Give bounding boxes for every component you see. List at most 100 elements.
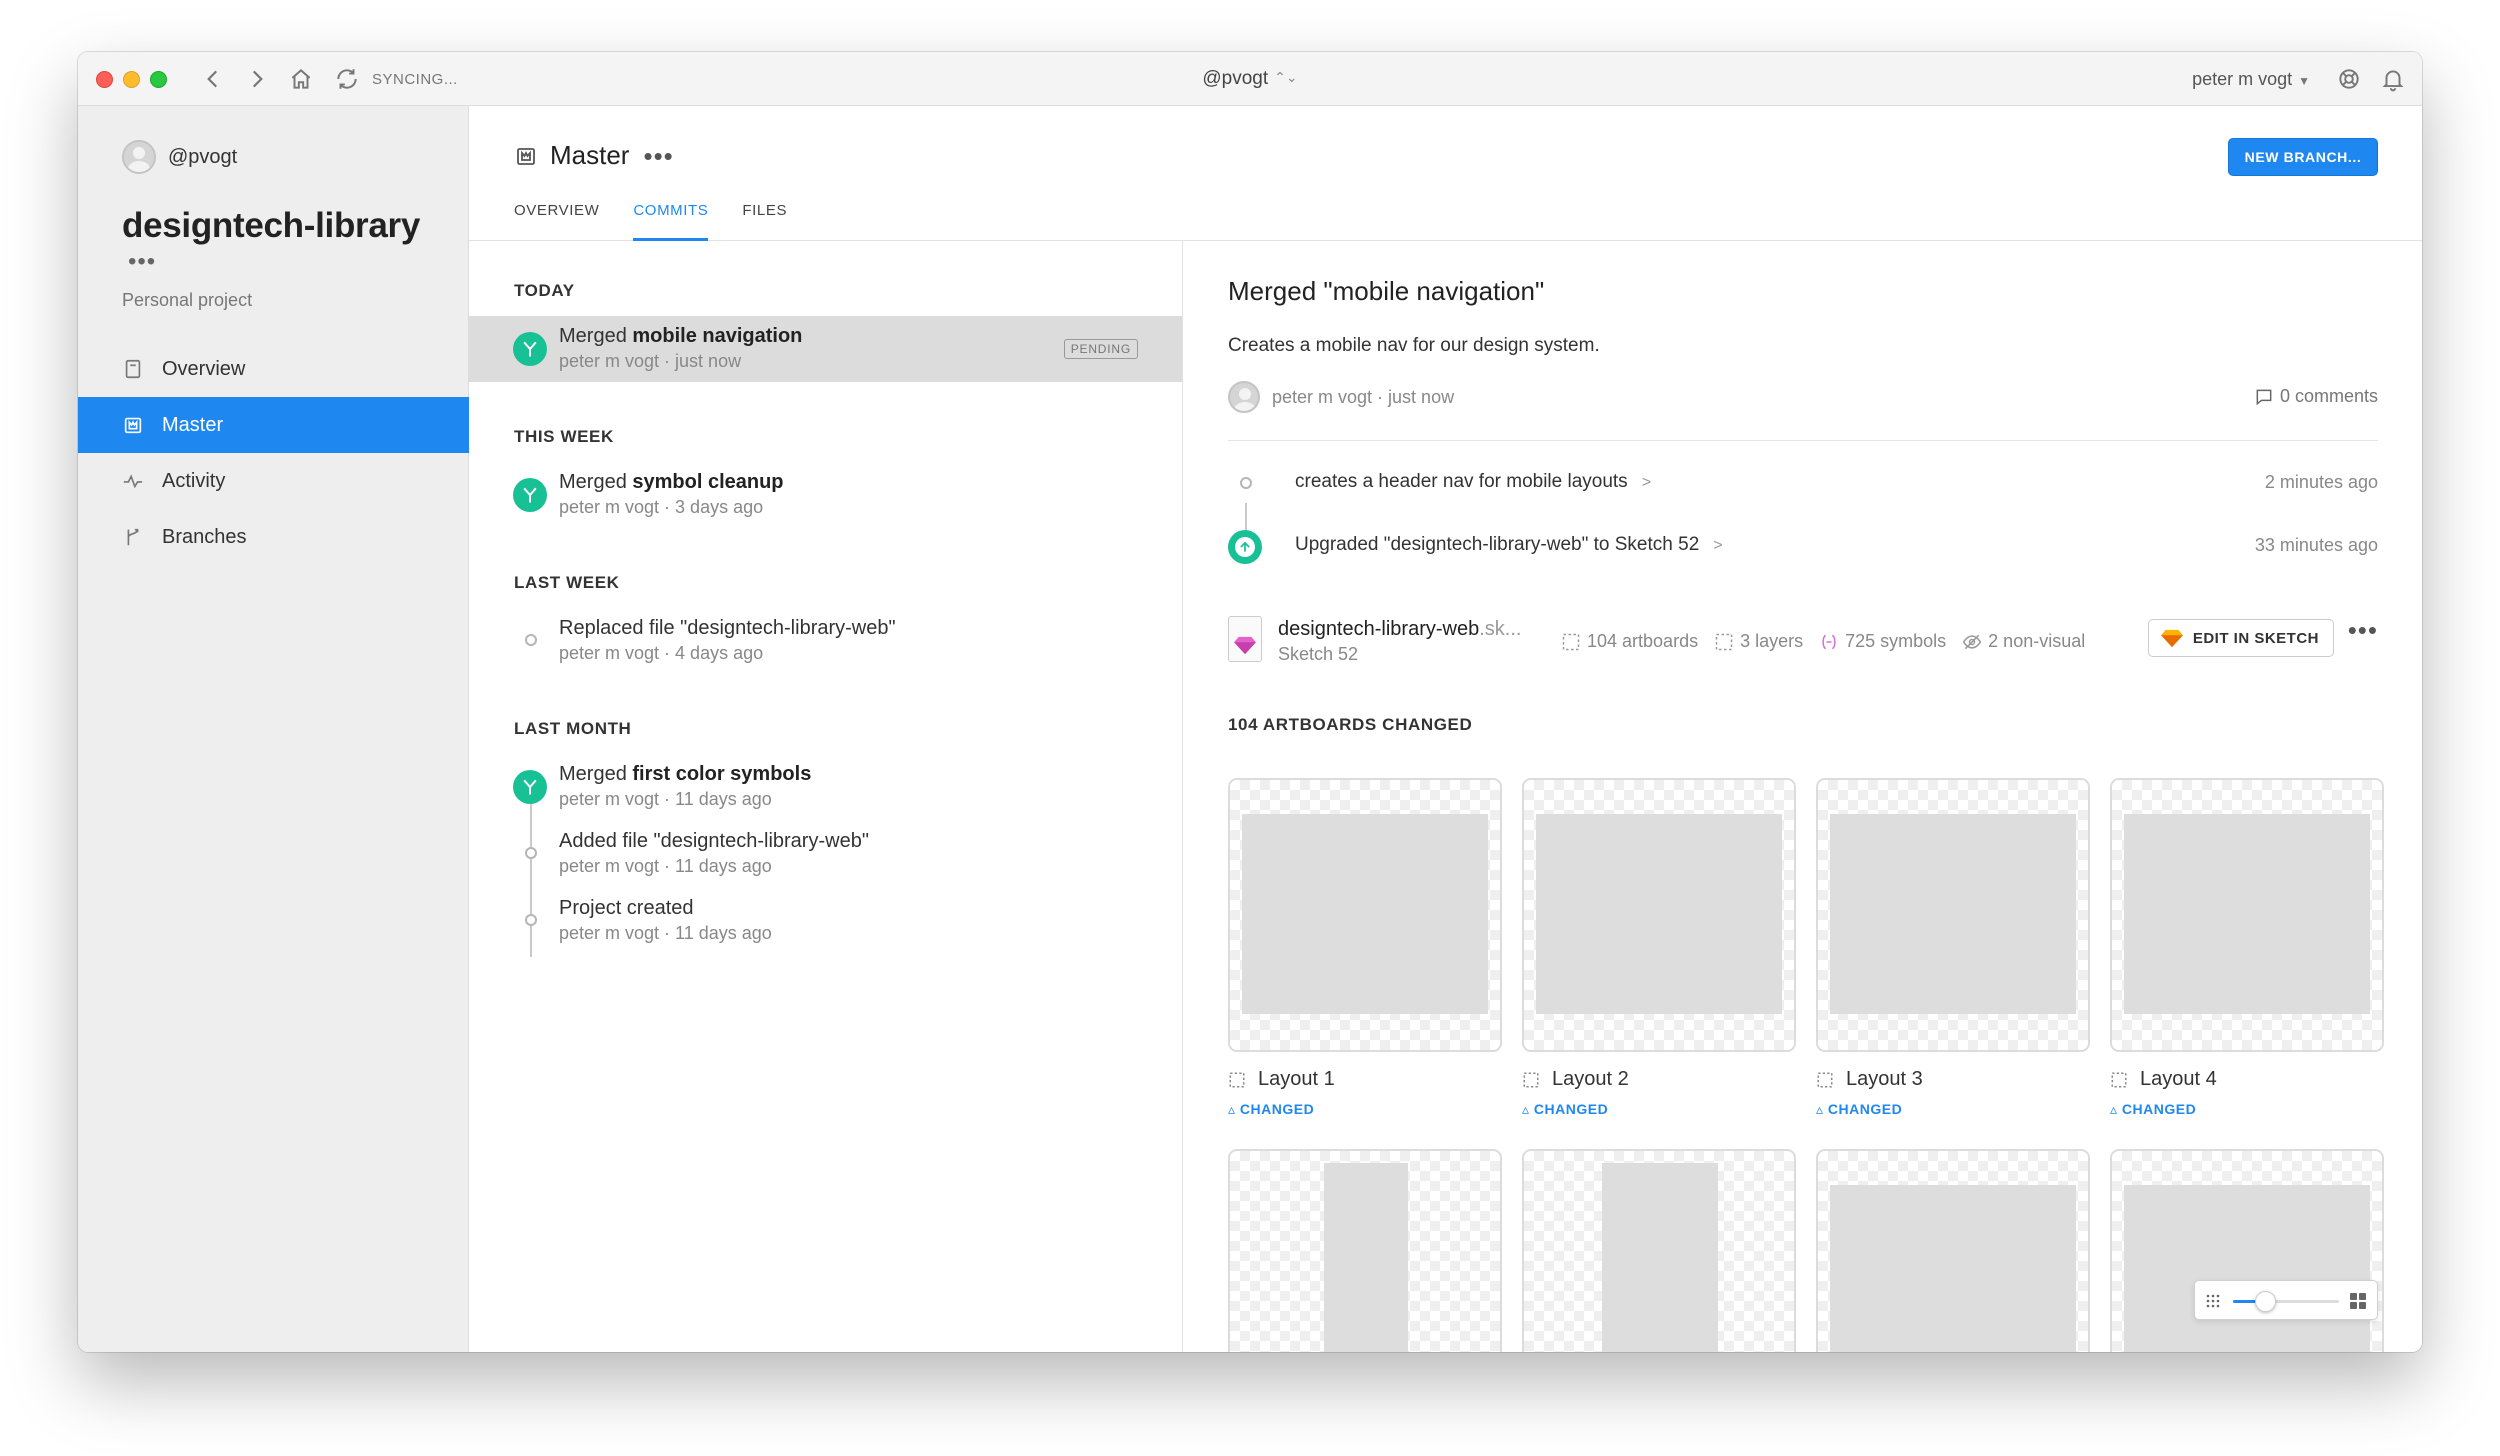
commit-row[interactable]: Project created peter m vogt · 11 days a… (469, 888, 1182, 954)
commit-row[interactable]: Replaced file "designtech-library-web" p… (469, 608, 1182, 674)
small-grid-icon (2206, 1294, 2220, 1308)
section-heading: THIS WEEK (514, 427, 614, 446)
sidebar-item-master[interactable]: Master (78, 397, 469, 453)
sidebar-item-label: Overview (162, 357, 246, 380)
changed-badge: ▵ CHANGED (2110, 1101, 2197, 1117)
app-window: SYNCING... @pvogt ⌃⌄ peter m vogt ▼ @pvogt… (78, 52, 2422, 1352)
commit-title: Project created (559, 897, 694, 919)
tab-bar: OVERVIEW COMMITS FILES (514, 198, 821, 241)
timeline-line (1245, 503, 1247, 531)
artboards-stat: 104 artboards (1561, 631, 1698, 652)
sidebar-item-label: Master (162, 413, 224, 436)
commit-node-icon (525, 847, 537, 859)
file-row: designtech-library-web.sk... Sketch 52 1… (1228, 616, 2378, 670)
changed-badge: ▵ CHANGED (1816, 1101, 1903, 1117)
eye-slash-icon (1962, 634, 1982, 649)
artboard-thumbnail[interactable] (1816, 1149, 2090, 1352)
avatar (1228, 381, 1260, 413)
branch-more-button[interactable]: ••• (643, 143, 673, 169)
notifications-bell-icon[interactable] (2380, 66, 2406, 92)
tab-files[interactable]: FILES (742, 198, 787, 241)
commit-title: Merged mobile navigation (559, 325, 803, 347)
workspace-name: @pvogt (1202, 68, 1269, 89)
project-more-button[interactable]: ••• (128, 250, 156, 274)
artboard-label[interactable]: Layout 2 (1522, 1068, 1629, 1091)
changed-badge: ▵ CHANGED (1228, 1101, 1315, 1117)
edit-in-sketch-button[interactable]: EDIT IN SKETCH (2147, 619, 2334, 657)
artboard-label[interactable]: Layout 3 (1816, 1068, 1923, 1091)
artboard-thumbnail[interactable] (1522, 1149, 1796, 1352)
change-row[interactable]: creates a header nav for mobile layouts >… (1228, 467, 2378, 501)
artboard-label[interactable]: Layout 1 (1228, 1068, 1335, 1091)
file-name[interactable]: designtech-library-web.sk... (1278, 618, 1521, 641)
upgrade-icon (1228, 530, 1262, 564)
sidebar: @pvogt designtech-library ••• Personal p… (78, 106, 469, 1352)
new-branch-button[interactable]: NEW BRANCH... (2228, 138, 2378, 176)
artboard-thumbnail[interactable] (1228, 778, 1502, 1052)
commit-title: Replaced file "designtech-library-web" (559, 617, 896, 639)
section-heading: LAST WEEK (514, 573, 620, 592)
large-grid-icon (2350, 1293, 2366, 1309)
artboard-label[interactable]: Layout 4 (2110, 1068, 2217, 1091)
artboard-thumbnail[interactable] (2110, 778, 2384, 1052)
artboards-heading: 104 ARTBOARDS CHANGED (1228, 715, 1473, 734)
branch-title: Master (550, 140, 630, 170)
sidebar-nav: Overview Master Activity Branches (78, 341, 469, 565)
zoom-track[interactable] (2233, 1291, 2339, 1312)
comments-count: 0 comments (2279, 386, 2378, 406)
commit-title: Merged symbol cleanup (559, 471, 784, 493)
comments-link[interactable]: 0 comments (2254, 386, 2378, 407)
branches-icon (122, 526, 144, 548)
zoom-slider-knob[interactable] (2254, 1291, 2276, 1312)
updown-chevron-icon: ⌃⌄ (1274, 69, 1298, 85)
sidebar-item-activity[interactable]: Activity (78, 453, 469, 509)
change-row[interactable]: Upgraded "designtech-library-web" to Ske… (1228, 530, 2378, 564)
commit-node-icon (525, 914, 537, 926)
artboard-thumbnail[interactable] (2110, 1149, 2384, 1352)
project-type: Personal project (122, 290, 253, 310)
status-badge: PENDING (1063, 339, 1138, 359)
sidebar-item-overview[interactable]: Overview (78, 341, 469, 397)
comment-icon (2256, 389, 2272, 405)
change-time: 2 minutes ago (2264, 472, 2378, 492)
sidebar-item-branches[interactable]: Branches (78, 509, 469, 565)
artboard-frame-icon (2110, 1071, 2128, 1089)
commit-meta: peter m vogt · 11 days ago (559, 923, 772, 943)
commit-row[interactable]: Merged symbol cleanup peter m vogt · 3 d… (469, 462, 1182, 528)
avatar (122, 140, 156, 174)
divider (1228, 440, 2378, 441)
file-more-button[interactable]: ••• (2348, 617, 2378, 643)
commit-meta: peter m vogt · 11 days ago (559, 789, 772, 809)
help-lifebuoy-icon[interactable] (2336, 66, 2362, 92)
symbol-icon (1822, 634, 1836, 649)
non-visual-stat: 2 non-visual (1962, 631, 2085, 652)
zoom-slider[interactable] (2194, 1280, 2378, 1320)
sidebar-item-label: Branches (162, 525, 247, 548)
artboard-thumbnail[interactable] (1522, 778, 1796, 1052)
workspace-switcher[interactable]: @pvogt ⌃⌄ (78, 68, 2422, 90)
chevron-right-icon: > (1641, 474, 1652, 491)
commit-row[interactable]: Merged first color symbols peter m vogt … (469, 754, 1182, 820)
commit-meta: peter m vogt · just now (559, 351, 742, 371)
commit-title: Added file "designtech-library-web" (559, 830, 869, 852)
changed-badge: ▵ CHANGED (1522, 1101, 1609, 1117)
change-text: creates a header nav for mobile layouts > (1295, 471, 1652, 492)
commit-row[interactable]: Merged mobile navigation peter m vogt · … (469, 316, 1182, 382)
commit-node-icon (1240, 477, 1252, 489)
user-menu[interactable]: peter m vogt ▼ (2192, 69, 2310, 90)
artboard-thumbnail[interactable] (1228, 1149, 1502, 1352)
branch-header: Master ••• NEW BRANCH... OVERVIEW COMMIT… (469, 106, 2422, 241)
artboard-frame-icon (1816, 1071, 1834, 1089)
tab-commits[interactable]: COMMITS (633, 198, 709, 241)
activity-icon (122, 470, 144, 492)
main-content: Master ••• NEW BRANCH... OVERVIEW COMMIT… (469, 106, 2422, 1352)
tab-overview[interactable]: OVERVIEW (514, 198, 599, 241)
artboard-frame-icon (1522, 1071, 1540, 1089)
commit-row[interactable]: Added file "designtech-library-web" pete… (469, 821, 1182, 887)
commit-meta: peter m vogt · 4 days ago (559, 643, 764, 663)
artboard-thumbnail[interactable] (1816, 778, 2090, 1052)
commit-meta: peter m vogt · 3 days ago (559, 497, 764, 517)
user-name: peter m vogt (2192, 69, 2293, 89)
commit-title: Merged first color symbols (559, 763, 812, 785)
sidebar-user[interactable]: @pvogt (122, 140, 237, 174)
